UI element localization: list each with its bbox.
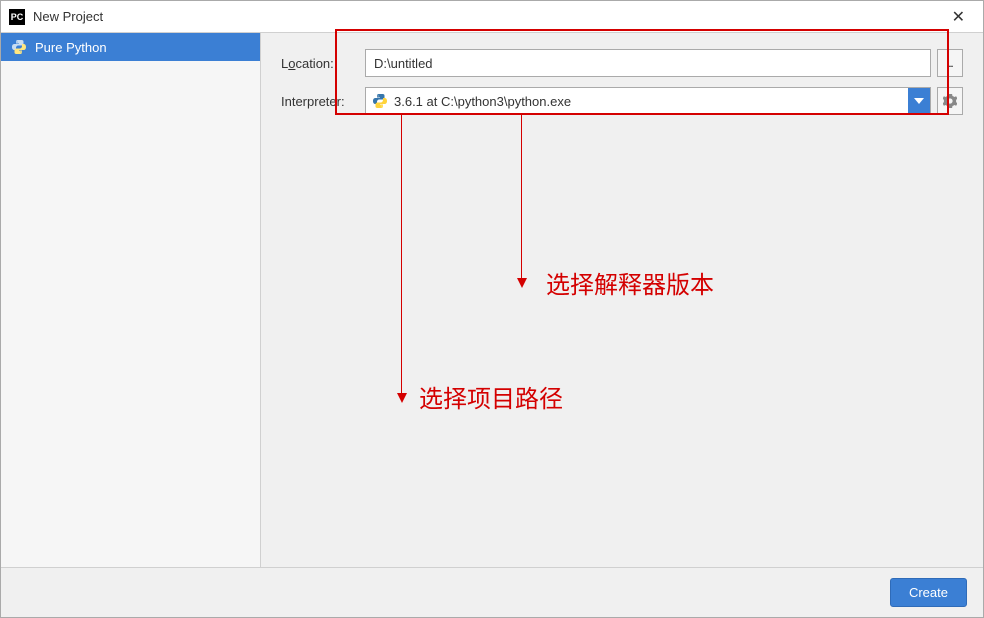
location-label: Location: xyxy=(281,56,365,71)
python-icon xyxy=(11,39,27,55)
location-input[interactable] xyxy=(365,49,931,77)
titlebar: PC New Project ✕ xyxy=(1,1,983,33)
dialog-window: PC New Project ✕ Pure Python Location: xyxy=(0,0,984,618)
chevron-down-icon xyxy=(908,88,930,114)
app-icon: PC xyxy=(9,9,25,25)
location-row: Location: ... xyxy=(281,49,963,77)
dialog-body: Pure Python Location: ... Interpreter: xyxy=(1,33,983,567)
create-button[interactable]: Create xyxy=(890,578,967,607)
annotation-arrowhead xyxy=(397,393,407,403)
python-icon xyxy=(372,93,388,109)
sidebar-item-pure-python[interactable]: Pure Python xyxy=(1,33,260,61)
main-panel: Location: ... Interpreter: 3.6.1 at C:\p… xyxy=(261,33,983,567)
annotation-path-text: 选择项目路径 xyxy=(419,379,563,414)
interpreter-value: 3.6.1 at C:\python3\python.exe xyxy=(394,94,908,109)
browse-button[interactable]: ... xyxy=(937,49,963,77)
annotation-arrow-line xyxy=(521,115,522,280)
annotation-arrowhead xyxy=(517,278,527,288)
annotation-interpreter-text: 选择解释器版本 xyxy=(546,265,714,300)
interpreter-settings-button[interactable] xyxy=(937,87,963,115)
annotation-arrow-line xyxy=(401,115,402,395)
interpreter-row: Interpreter: 3.6.1 at C:\python3\python.… xyxy=(281,87,963,115)
interpreter-combobox[interactable]: 3.6.1 at C:\python3\python.exe xyxy=(365,87,931,115)
window-title: New Project xyxy=(33,9,942,24)
interpreter-label: Interpreter: xyxy=(281,94,365,109)
sidebar-item-label: Pure Python xyxy=(35,40,107,55)
gear-icon xyxy=(943,94,957,108)
close-button[interactable]: ✕ xyxy=(942,3,975,31)
dialog-footer: Create xyxy=(1,567,983,617)
project-type-sidebar: Pure Python xyxy=(1,33,261,567)
